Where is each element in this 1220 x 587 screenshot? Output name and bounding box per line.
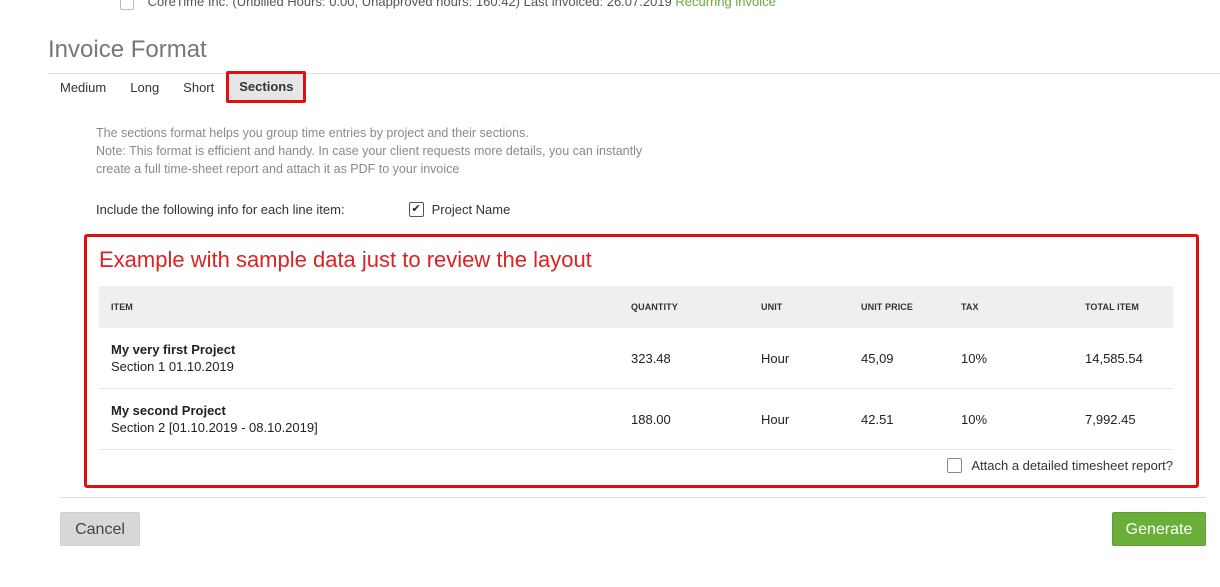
table-header-row: ITEM QUANTITY UNIT UNIT PRICE TAX TOTAL …: [99, 286, 1173, 328]
column-header-tax: TAX: [949, 286, 1073, 328]
section-name: Section 1 01.10.2019: [111, 359, 234, 374]
quantity-cell: 323.48: [619, 328, 749, 389]
table-row: My second Project Section 2 [01.10.2019 …: [99, 388, 1173, 450]
format-tabs: Medium Long Short Sections: [48, 71, 307, 103]
project-name: My very first Project: [111, 342, 236, 357]
example-title: Example with sample data just to review …: [99, 247, 592, 272]
attach-report-label[interactable]: Attach a detailed timesheet report?: [971, 458, 1173, 473]
column-header-unit-price: UNIT PRICE: [849, 286, 949, 328]
recurring-invoice-link[interactable]: Recurring invoice: [675, 0, 775, 9]
description-line: Note: This format is efficient and handy…: [96, 144, 643, 158]
cancel-button[interactable]: Cancel: [60, 512, 140, 546]
description-line: The sections format helps you group time…: [96, 126, 529, 140]
unit-cell: Hour: [749, 388, 849, 450]
project-name-checkbox[interactable]: ✔: [408, 202, 424, 217]
tax-cell: 10%: [949, 388, 1073, 450]
table-row: My very first Project Section 1 01.10.20…: [99, 328, 1173, 389]
total-cell: 14,585.54: [1073, 328, 1173, 389]
invoice-format-heading: Invoice Format: [48, 36, 207, 63]
tab-sections[interactable]: Sections: [226, 71, 307, 103]
unit-price-cell: 42.51: [849, 388, 949, 450]
tab-medium[interactable]: Medium: [48, 73, 118, 103]
column-header-item: ITEM: [99, 286, 619, 328]
unit-price-cell: 45,09: [849, 328, 949, 389]
client-summary-line: CoreTime Inc. (Unbilled Hours: 0.00, Una…: [120, 0, 776, 10]
project-name: My second Project: [111, 403, 226, 418]
format-description: The sections format helps you group time…: [96, 124, 642, 178]
column-header-total: TOTAL ITEM: [1073, 286, 1173, 328]
include-info-label: Include the following info for each line…: [96, 202, 345, 217]
attach-report-checkbox[interactable]: [947, 458, 963, 473]
item-cell: My second Project Section 2 [01.10.2019 …: [99, 388, 619, 450]
project-name-label[interactable]: Project Name: [432, 202, 511, 217]
quantity-cell: 188.00: [619, 388, 749, 450]
generate-button[interactable]: Generate: [1112, 512, 1206, 546]
tab-long[interactable]: Long: [118, 73, 171, 103]
column-header-unit: UNIT: [749, 286, 849, 328]
invoice-preview-table: ITEM QUANTITY UNIT UNIT PRICE TAX TOTAL …: [99, 286, 1173, 450]
column-header-quantity: QUANTITY: [619, 286, 749, 328]
unit-cell: Hour: [749, 328, 849, 389]
include-info-row: Include the following info for each line…: [96, 202, 510, 217]
section-name: Section 2 [01.10.2019 - 08.10.2019]: [111, 420, 318, 435]
description-line: create a full time-sheet report and atta…: [96, 162, 460, 176]
attach-report-option: Attach a detailed timesheet report?: [947, 458, 1173, 473]
tax-cell: 10%: [949, 328, 1073, 389]
total-cell: 7,992.45: [1073, 388, 1173, 450]
divider: [60, 497, 1206, 498]
client-checkbox[interactable]: [120, 0, 134, 10]
item-cell: My very first Project Section 1 01.10.20…: [99, 328, 619, 389]
example-preview: Example with sample data just to review …: [84, 234, 1199, 488]
tab-short[interactable]: Short: [171, 73, 226, 103]
checkmark-icon: ✔: [411, 203, 421, 215]
client-summary-text: CoreTime Inc. (Unbilled Hours: 0.00, Una…: [147, 0, 672, 9]
